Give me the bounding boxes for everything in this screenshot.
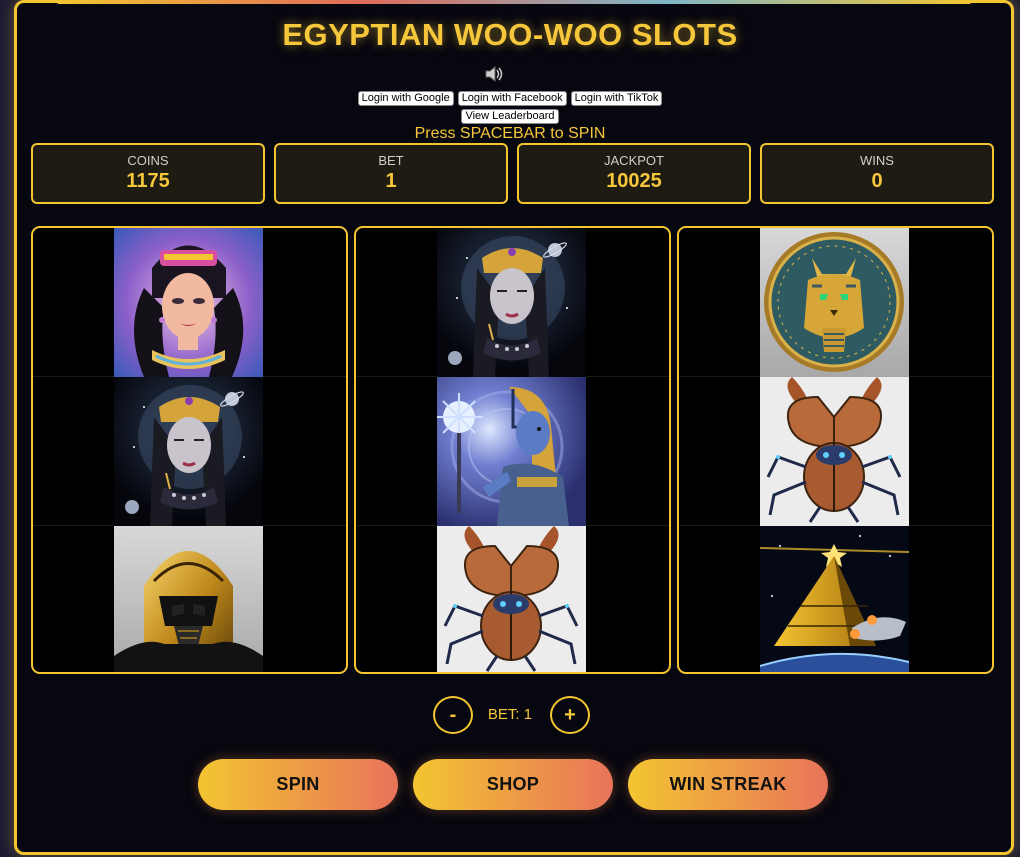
login-facebook-button[interactable]: Login with Facebook xyxy=(457,91,567,106)
reel-1 xyxy=(31,226,348,674)
reel-1-cell-1 xyxy=(33,228,346,377)
shop-button[interactable]: SHOP xyxy=(413,759,613,810)
symbol-pyramid-spaceship xyxy=(760,526,909,672)
symbol-cosmic-cleopatra xyxy=(114,377,263,526)
bet-control: - BET: 1 + xyxy=(0,696,1020,736)
symbol-robot-scarab xyxy=(437,526,586,672)
decrease-bet-button[interactable]: - xyxy=(433,696,473,734)
wins-value: 0 xyxy=(871,170,883,192)
wins-stat: WINS 0 xyxy=(760,143,994,204)
spin-button[interactable]: SPIN xyxy=(198,759,398,810)
wins-label: WINS xyxy=(860,153,894,168)
jackpot-value: 10025 xyxy=(606,170,662,192)
symbol-blue-sun-pharaoh xyxy=(437,377,586,526)
bet-label: BET xyxy=(378,153,404,168)
spin-hint: Press SPACEBAR to SPIN xyxy=(414,125,606,142)
bet-display: BET: 1 xyxy=(487,706,533,723)
symbol-robot-scarab xyxy=(760,377,909,526)
reel-2 xyxy=(354,226,671,674)
reel-2-cell-2 xyxy=(356,377,669,526)
bet-stat: BET 1 xyxy=(274,143,508,204)
game-title: EGYPTIAN WOO-WOO SLOTS xyxy=(282,17,738,52)
speaker-icon[interactable] xyxy=(484,65,504,88)
increase-bet-button[interactable]: + xyxy=(550,696,590,734)
bet-value: 1 xyxy=(385,170,397,192)
reel-3-cell-1 xyxy=(679,228,992,377)
reel-3-cell-2 xyxy=(679,377,992,526)
symbol-cat-pharaoh-coin xyxy=(760,228,909,377)
view-leaderboard-button[interactable]: View Leaderboard xyxy=(461,109,559,124)
jackpot-label: JACKPOT xyxy=(604,153,664,168)
win-streak-button[interactable]: WIN STREAK xyxy=(628,759,828,810)
login-tiktok-button[interactable]: Login with TikTok xyxy=(570,91,663,106)
reel-2-cell-3 xyxy=(356,526,669,672)
coins-stat: COINS 1175 xyxy=(31,143,265,204)
symbol-golden-helmet-pharaoh xyxy=(114,526,263,672)
symbol-cosmic-cleopatra xyxy=(437,228,586,377)
coins-value: 1175 xyxy=(126,170,170,192)
reel-3-cell-3 xyxy=(679,526,992,672)
login-buttons: Login with Google Login with Facebook Lo… xyxy=(0,91,1020,106)
login-google-button[interactable]: Login with Google xyxy=(357,91,454,106)
jackpot-stat: JACKPOT 10025 xyxy=(517,143,751,204)
rainbow-stripe xyxy=(57,0,971,4)
symbol-queen-portrait xyxy=(114,228,263,377)
reel-2-cell-1 xyxy=(356,228,669,377)
reel-3 xyxy=(677,226,994,674)
coins-label: COINS xyxy=(127,153,169,168)
reel-1-cell-2 xyxy=(33,377,346,526)
reel-1-cell-3 xyxy=(33,526,346,672)
